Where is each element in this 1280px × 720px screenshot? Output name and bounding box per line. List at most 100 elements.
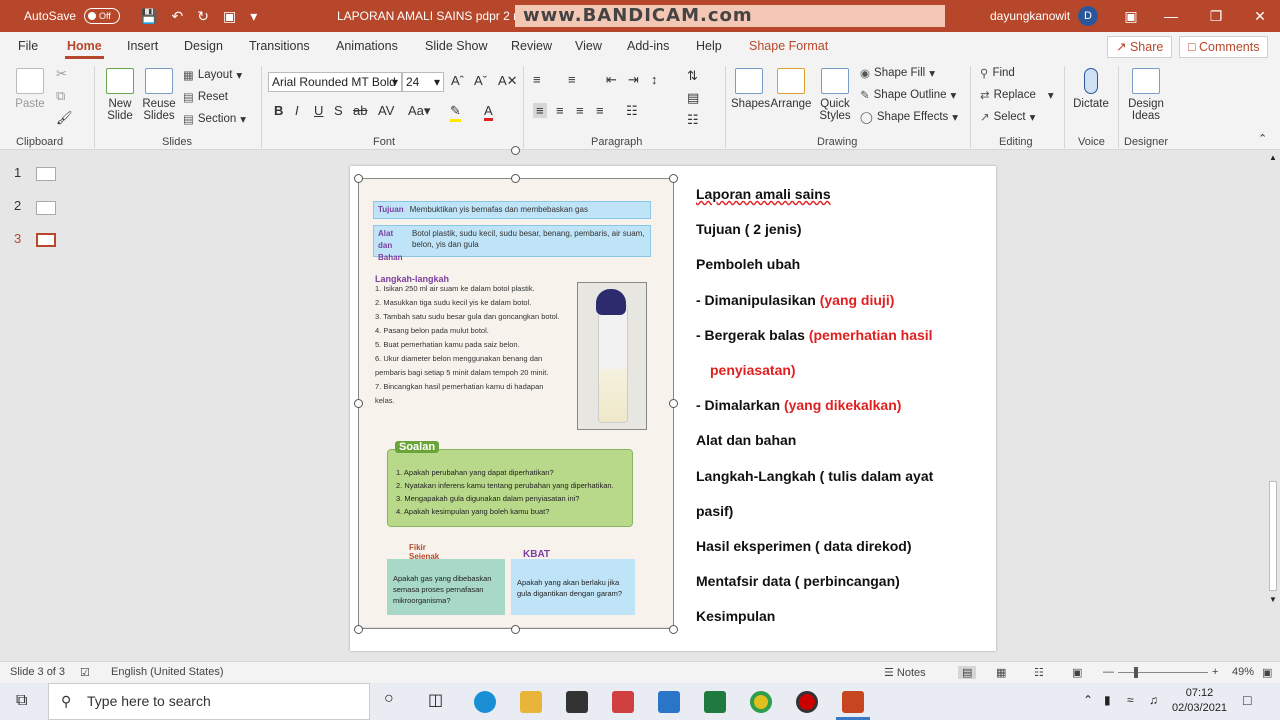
windows-start-icon[interactable]: ⧉ (16, 692, 27, 710)
present-icon[interactable]: ▣ (223, 8, 236, 25)
line-spacing-icon[interactable]: ↕ (651, 72, 658, 87)
cortana-icon[interactable]: ○ (384, 690, 394, 708)
autosave-toggle[interactable]: Off (84, 8, 121, 24)
vertical-scrollbar[interactable]: ▲ ▼ (1266, 151, 1280, 661)
arrange-button[interactable]: Arrange (770, 68, 812, 110)
reset-button[interactable]: ▤ Reset (183, 90, 228, 104)
tab-help[interactable]: Help (696, 39, 722, 53)
italic-icon[interactable]: I (295, 103, 299, 118)
increase-indent-icon[interactable]: ⇥ (628, 72, 639, 88)
decrease-indent-icon[interactable]: ⇤ (606, 72, 617, 88)
layout-button[interactable]: ▦ Layout ▾ (183, 68, 242, 82)
volume-icon[interactable]: ♫ (1149, 693, 1158, 707)
ribbon-display-icon[interactable]: ▣ (1111, 0, 1151, 32)
text-direction-icon[interactable]: ⇅ (687, 68, 698, 84)
shape-outline-button[interactable]: ✎ Shape Outline ▾ (860, 88, 956, 102)
collapse-ribbon-icon[interactable]: ⌃ (1258, 132, 1267, 145)
tab-design[interactable]: Design (184, 39, 223, 53)
numbering-icon[interactable]: ≡ (568, 72, 576, 87)
notifications-icon[interactable]: □ (1243, 692, 1251, 708)
show-hidden-icons-icon[interactable]: ⌃ (1083, 693, 1093, 707)
clear-format-icon[interactable]: A✕ (498, 73, 518, 89)
slide-thumbnail-3[interactable] (36, 233, 56, 247)
slide-thumbnail-2[interactable] (36, 201, 56, 215)
normal-view-icon[interactable]: ▤ (958, 666, 977, 679)
zoom-level[interactable]: 49% (1232, 666, 1254, 678)
change-case-icon[interactable]: Aa▾ (408, 103, 430, 119)
zoom-slider-thumb[interactable] (1134, 667, 1138, 678)
user-name[interactable]: dayungkanowit (990, 9, 1070, 23)
mail-icon[interactable] (658, 691, 680, 713)
smartart-icon[interactable]: ☷ (687, 112, 699, 128)
file-explorer-icon[interactable] (520, 691, 542, 713)
task-view-icon[interactable]: ◫ (428, 690, 443, 710)
bullets-icon[interactable]: ≡ (533, 72, 541, 87)
new-slide-button[interactable]: New Slide (102, 68, 138, 122)
tab-home[interactable]: Home (65, 39, 104, 59)
replace-button[interactable]: ⇄ Replace ▾ (980, 88, 1054, 102)
resize-handle[interactable] (669, 399, 678, 408)
resize-handle[interactable] (511, 625, 520, 634)
tab-add-ins[interactable]: Add-ins (627, 39, 669, 53)
language-indicator[interactable]: English (United States) (111, 666, 224, 678)
edge-icon[interactable] (474, 691, 496, 713)
minimize-icon[interactable]: — (1151, 0, 1191, 32)
battery-icon[interactable]: ▮ (1104, 693, 1111, 707)
strikethrough-icon[interactable]: ab (353, 103, 367, 118)
find-button[interactable]: ⚲ Find (980, 66, 1015, 80)
sticky-notes-icon[interactable] (704, 691, 726, 713)
rotate-handle[interactable] (511, 146, 520, 155)
undo-icon[interactable]: ↶ (171, 8, 183, 25)
section-button[interactable]: ▤ Section ▾ (183, 112, 246, 126)
save-icon[interactable]: 💾 (140, 8, 157, 25)
zoom-out-icon[interactable]: — (1103, 666, 1114, 678)
font-size-select[interactable]: 24 ▾ (402, 72, 444, 92)
align-center-icon[interactable]: ≡ (556, 103, 564, 118)
scroll-thumb[interactable] (1269, 481, 1277, 591)
font-color-icon[interactable]: A (484, 103, 493, 121)
fit-slide-icon[interactable]: ▣ (1262, 666, 1272, 679)
spacing-icon[interactable]: AV (378, 103, 394, 118)
reuse-slides-button[interactable]: Reuse Slides (141, 68, 177, 122)
justify-icon[interactable]: ≡ (596, 103, 604, 118)
share-button[interactable]: ↗ Share (1107, 36, 1173, 58)
tab-insert[interactable]: Insert (127, 39, 158, 53)
tab-transitions[interactable]: Transitions (249, 39, 310, 53)
increase-font-icon[interactable]: Aˆ (451, 73, 464, 88)
scroll-down-icon[interactable]: ▼ (1269, 595, 1277, 604)
slide-sorter-icon[interactable]: ▦ (996, 666, 1006, 679)
tab-review[interactable]: Review (511, 39, 552, 53)
wifi-icon[interactable]: ≈ (1127, 693, 1134, 707)
redo-icon[interactable]: ↻ (197, 8, 209, 25)
scroll-up-icon[interactable]: ▲ (1269, 153, 1277, 162)
shadow-icon[interactable]: S (334, 103, 343, 118)
tab-view[interactable]: View (575, 39, 602, 53)
bandicam-icon[interactable] (796, 691, 818, 713)
underline-icon[interactable]: U (314, 103, 323, 118)
taskbar-search-input[interactable]: ⚲ Type here to search (48, 683, 370, 720)
tab-shape-format[interactable]: Shape Format (749, 39, 828, 53)
resize-handle[interactable] (354, 625, 363, 634)
decrease-font-icon[interactable]: Aˇ (474, 73, 487, 88)
resize-handle[interactable] (669, 174, 678, 183)
design-ideas-button[interactable]: Design Ideas (1126, 68, 1166, 122)
zoom-in-icon[interactable]: + (1212, 666, 1218, 678)
slide-thumbnail-1[interactable] (36, 167, 56, 181)
comments-button[interactable]: □ Comments (1179, 36, 1269, 58)
cut-icon[interactable]: ✂ (56, 66, 67, 82)
gift-app-icon[interactable] (612, 691, 634, 713)
notes-button[interactable]: ☰ Notes (884, 666, 926, 679)
reading-view-icon[interactable]: ☷ (1034, 666, 1044, 679)
dictate-button[interactable]: Dictate (1071, 68, 1111, 110)
tab-slide-show[interactable]: Slide Show (425, 39, 488, 53)
zoom-slider[interactable] (1118, 667, 1208, 678)
paste-button[interactable]: Paste (14, 68, 46, 110)
copy-icon[interactable]: ⧉ (56, 88, 65, 104)
quick-styles-button[interactable]: Quick Styles (815, 68, 855, 122)
tab-animations[interactable]: Animations (336, 39, 398, 53)
align-text-icon[interactable]: ▤ (687, 90, 699, 106)
slideshow-icon[interactable]: ▣ (1072, 666, 1082, 679)
columns-icon[interactable]: ☷ (626, 103, 638, 119)
shape-fill-button[interactable]: ◉ Shape Fill ▾ (860, 66, 935, 80)
accessibility-icon[interactable]: ☑ (80, 666, 90, 679)
